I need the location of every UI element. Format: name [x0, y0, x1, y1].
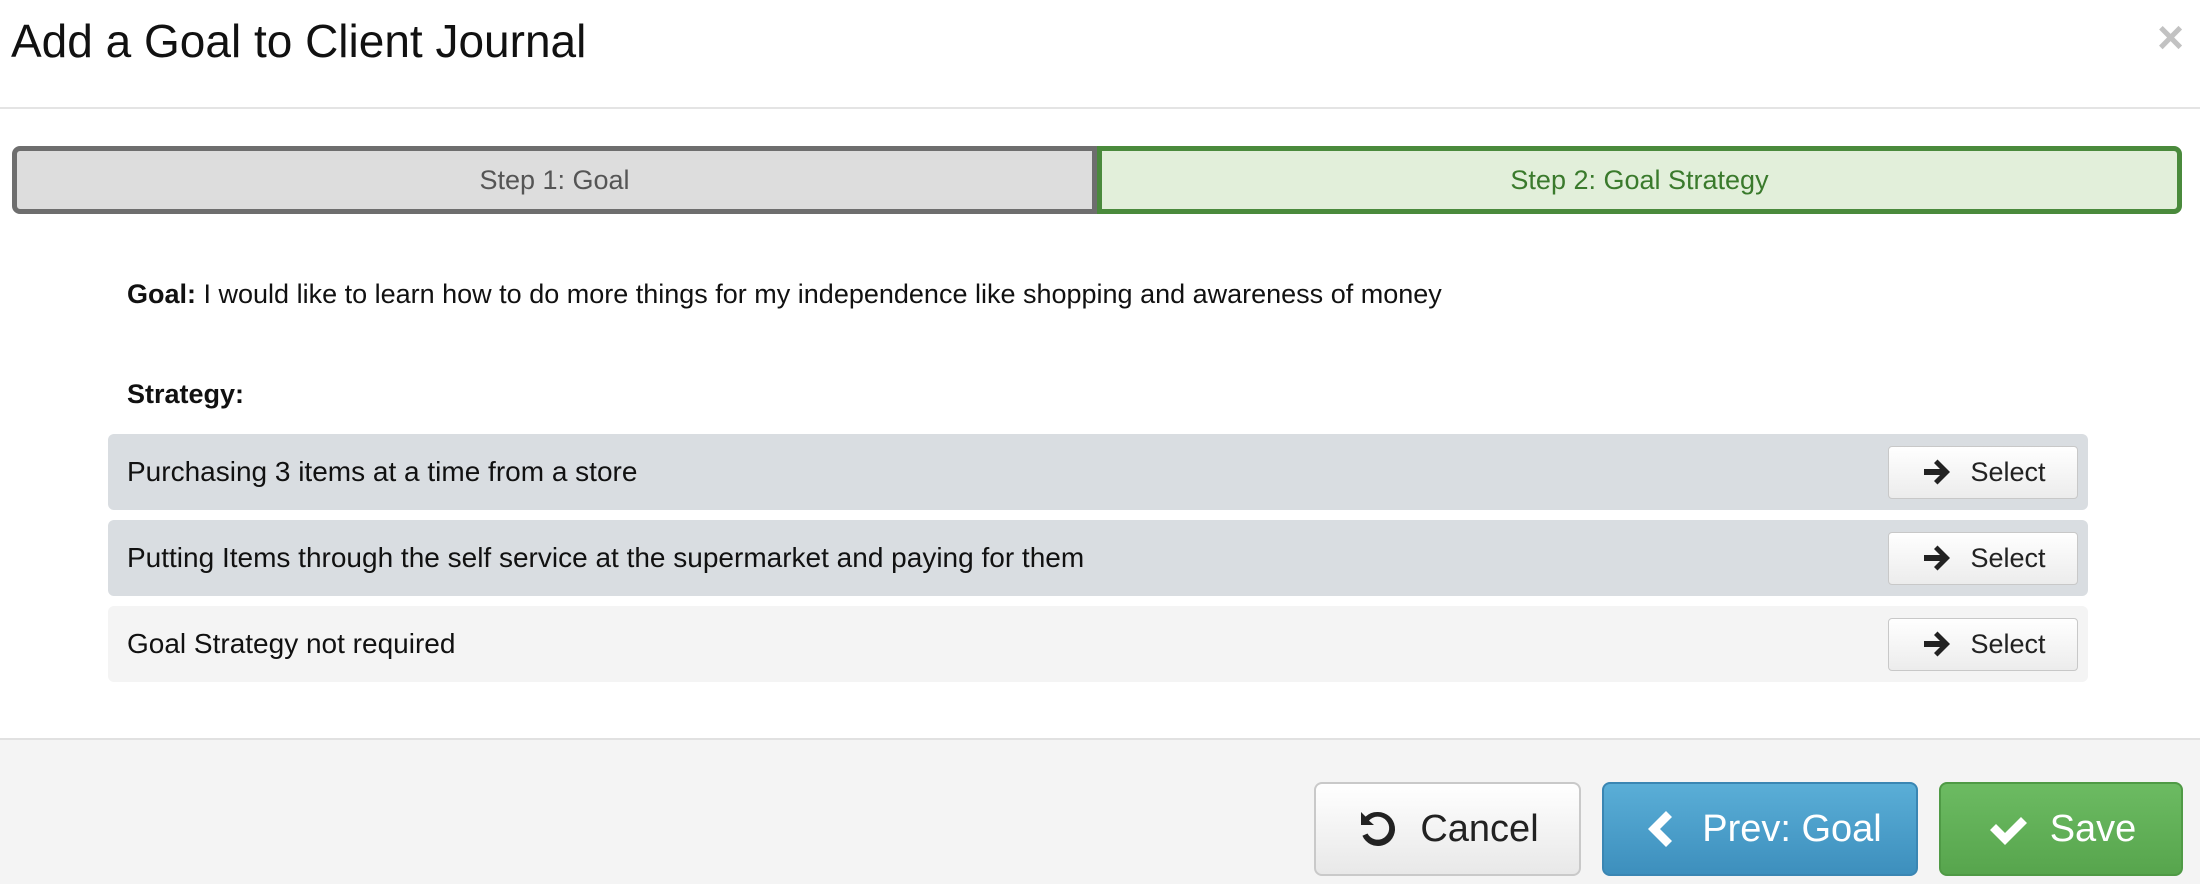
- wizard-steps: Step 1: Goal Step 2: Goal Strategy: [12, 146, 2182, 214]
- strategy-heading: Strategy:: [127, 379, 245, 409]
- step-goal-strategy-tab[interactable]: Step 2: Goal Strategy: [1097, 146, 2182, 214]
- modal-title: Add a Goal to Client Journal: [11, 15, 587, 67]
- undo-icon: [1361, 811, 1396, 846]
- save-label: Save: [2049, 807, 2137, 850]
- save-button[interactable]: Save: [1939, 782, 2183, 876]
- strategy-list: Purchasing 3 items at a time from a stor…: [108, 434, 2088, 692]
- modal-header: Add a Goal to Client Journal ×: [0, 0, 2200, 109]
- arrow-right-icon: [1924, 631, 1951, 657]
- strategy-text: Purchasing 3 items at a time from a stor…: [127, 456, 638, 487]
- select-button-label: Select: [1970, 456, 2046, 487]
- strategy-row: Purchasing 3 items at a time from a stor…: [108, 434, 2088, 510]
- close-icon[interactable]: ×: [2157, 14, 2184, 60]
- cancel-button[interactable]: Cancel: [1314, 782, 1581, 876]
- goal-label: Goal:: [127, 279, 197, 309]
- strategy-row: Putting Items through the self service a…: [108, 520, 2088, 596]
- goal-text: I would like to learn how to do more thi…: [196, 279, 1442, 309]
- select-button-label: Select: [1970, 628, 2046, 659]
- strategy-text: Goal Strategy not required: [127, 628, 456, 659]
- arrow-right-icon: [1924, 545, 1951, 571]
- select-strategy-button[interactable]: Select: [1888, 445, 2078, 499]
- select-strategy-button[interactable]: Select: [1888, 617, 2078, 671]
- strategy-row: Goal Strategy not required Select: [108, 606, 2088, 682]
- cancel-label: Cancel: [1420, 807, 1539, 850]
- prev-label: Prev: Goal: [1702, 807, 1882, 850]
- modal-footer: Cancel Prev: Goal Save: [0, 738, 2200, 884]
- check-icon: [1989, 817, 2027, 845]
- strategy-text: Putting Items through the self service a…: [127, 542, 1085, 573]
- select-button-label: Select: [1970, 542, 2046, 573]
- select-strategy-button[interactable]: Select: [1888, 531, 2078, 585]
- chevron-left-icon: [1648, 811, 1673, 847]
- step-goal-tab[interactable]: Step 1: Goal: [12, 146, 1097, 214]
- goal-statement: Goal: I would like to learn how to do mo…: [127, 279, 1442, 310]
- prev-goal-button[interactable]: Prev: Goal: [1602, 782, 1918, 876]
- arrow-right-icon: [1924, 459, 1951, 485]
